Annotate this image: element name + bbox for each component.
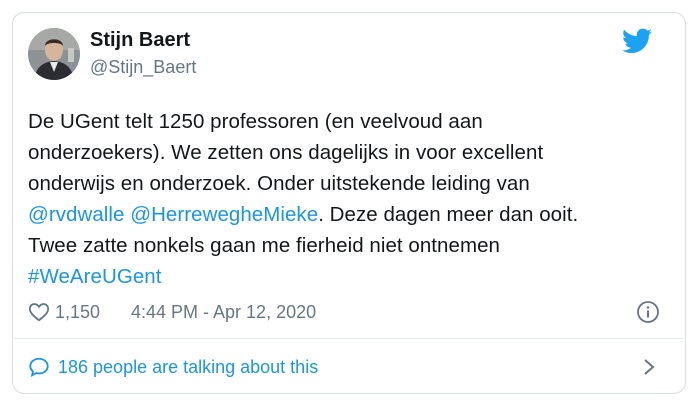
author-name[interactable]: Stijn Baert [90,28,190,52]
tweet-text-line: #WeAreUGent [28,261,658,292]
tweet-meta: 1,150 4:44 PM - Apr 12, 2020 [28,298,660,326]
hashtag-link[interactable]: #WeAreUGent [28,265,161,288]
tweet-text-segment: De UGent telt 1250 professoren (en veelv… [28,110,483,133]
heart-icon[interactable] [28,301,50,323]
tweet-text-line: onderzoekers). We zetten ons dagelijks i… [28,137,658,168]
tweet-text-line: De UGent telt 1250 professoren (en veelv… [28,106,658,137]
author-handle[interactable]: @Stijn_Baert [90,56,196,78]
tweet-text-segment: . Deze dagen meer dan ooit. [318,203,579,226]
divider [12,338,686,339]
talking-label: 186 people are talking about this [58,357,319,377]
tweet-text-segment: onderwijs en onderzoek. Onder uitstekend… [28,172,530,195]
tweet-text-segment: Twee zatte nonkels gaan me fierheid niet… [28,234,500,257]
timestamp[interactable]: 4:44 PM - Apr 12, 2020 [131,298,316,326]
tweet-text-line: Twee zatte nonkels gaan me fierheid niet… [28,230,658,261]
speech-bubble-icon [29,357,49,377]
twitter-bird-icon[interactable] [622,28,652,54]
chevron-right-icon [644,359,655,375]
avatar-photo [28,28,80,80]
avatar[interactable] [28,28,80,80]
mention-link[interactable]: @HerrewegheMieke [130,203,318,226]
mention-link[interactable]: @rvdwalle [28,203,124,226]
info-icon[interactable] [636,300,660,324]
tweet-text-line: @rvdwalle @HerrewegheMieke. Deze dagen m… [28,199,658,230]
tweet-text: De UGent telt 1250 professoren (en veelv… [28,106,658,292]
tweet-text-segment: onderzoekers). We zetten ons dagelijks i… [28,141,544,164]
tweet-text-line: onderwijs en onderzoek. Onder uitstekend… [28,168,658,199]
conversation-link[interactable]: 186 people are talking about this [28,352,660,382]
like-count[interactable]: 1,150 [55,298,100,326]
